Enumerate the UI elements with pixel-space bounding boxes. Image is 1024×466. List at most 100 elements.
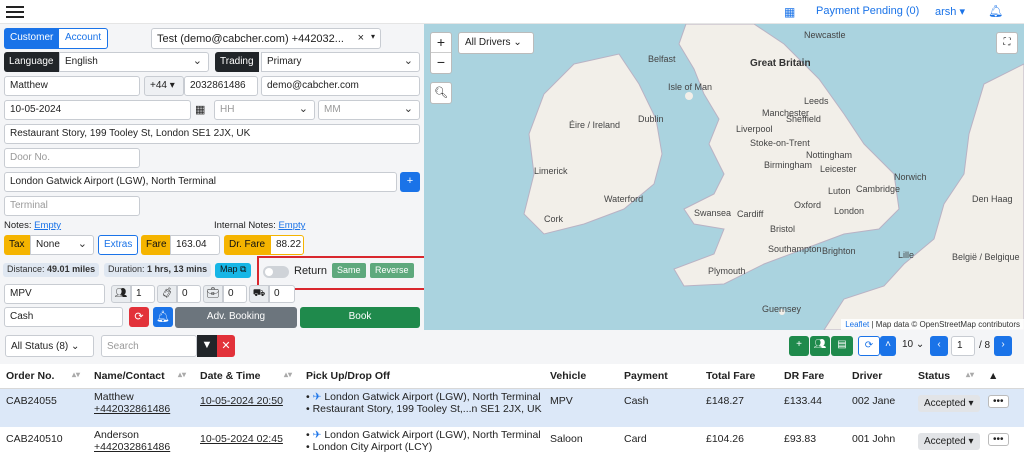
- account-select-value: Test (demo@cabcher.com) +442032...: [157, 33, 344, 45]
- child-seat-icon: ⛟: [249, 285, 269, 303]
- drivers-filter-select[interactable]: All Drivers ⌄: [458, 32, 534, 54]
- phone-code-select[interactable]: +44 ▾: [144, 76, 184, 96]
- tax-select[interactable]: None: [30, 235, 94, 255]
- adv-booking-button[interactable]: Adv. Booking: [175, 307, 297, 328]
- door-number-field[interactable]: Door No.: [4, 148, 140, 168]
- notes-link[interactable]: Empty: [34, 220, 61, 231]
- internal-notes-link[interactable]: Empty: [278, 220, 305, 231]
- name-field[interactable]: Matthew: [4, 76, 140, 96]
- trading-select[interactable]: Primary: [261, 52, 420, 72]
- status-filter-select[interactable]: All Status (8) ⌄: [5, 335, 94, 357]
- add-booking-button[interactable]: +: [789, 336, 809, 356]
- table-row[interactable]: CAB24055 Matthew +442032861486 10-05-2024…: [0, 388, 1024, 427]
- passengers-field[interactable]: 1: [131, 285, 155, 303]
- actions-cell: •••: [982, 388, 1024, 427]
- col-dr-fare[interactable]: DR Fare: [778, 364, 846, 389]
- prev-page-button[interactable]: ‹: [930, 336, 948, 356]
- drivers-button[interactable]: 👥︎: [810, 336, 830, 356]
- map-label: Plymouth: [708, 266, 746, 276]
- col-status[interactable]: Status ▴▾: [912, 364, 982, 389]
- map-button[interactable]: Map ⧉: [215, 263, 252, 278]
- hamburger-icon[interactable]: [6, 3, 24, 19]
- filter-button[interactable]: ▼: [197, 335, 217, 357]
- payment-field[interactable]: Cash: [4, 307, 123, 327]
- phone-field[interactable]: 2032861486: [184, 76, 258, 96]
- col-payment[interactable]: Payment: [618, 364, 700, 389]
- datetime-link[interactable]: 10-05-2024 20:50: [200, 395, 283, 407]
- clear-filter-button[interactable]: ✕: [217, 335, 235, 357]
- dropoff-address-field[interactable]: London Gatwick Airport (LGW), North Term…: [4, 172, 397, 192]
- col-name[interactable]: Name/Contact ▴▾: [88, 364, 194, 389]
- map-search-button[interactable]: 🔍︎: [430, 82, 452, 104]
- table-row[interactable]: CAB240510 Anderson +442032861486 10-05-20…: [0, 427, 1024, 466]
- payment-pending-link[interactable]: Payment Pending (0): [816, 5, 919, 17]
- add-stop-button[interactable]: +: [400, 172, 420, 192]
- booking-form: Customer Account Test (demo@cabcher.com)…: [0, 24, 429, 330]
- minute-select[interactable]: MM: [318, 100, 420, 120]
- tab-customer[interactable]: Customer: [4, 28, 60, 49]
- extras-button[interactable]: Extras: [98, 235, 139, 255]
- page-input[interactable]: 1: [951, 336, 975, 356]
- dr-fare-field[interactable]: 88.22: [270, 235, 304, 255]
- bell-icon[interactable]: 🔔︎: [988, 4, 1003, 18]
- map-view[interactable]: Great Britain Éire / Ireland Dublin Live…: [424, 24, 1024, 330]
- reload-button[interactable]: ⟳: [858, 336, 880, 356]
- duration-label: Duration:: [108, 264, 145, 274]
- refresh-button[interactable]: ⟳: [129, 307, 149, 327]
- return-toggle[interactable]: [263, 266, 289, 278]
- more-actions-button[interactable]: •••: [988, 394, 1009, 408]
- account-select[interactable]: Test (demo@cabcher.com) +442032... × ▾: [151, 28, 381, 49]
- table-header-row: Order No. ▴▾ Name/Contact ▴▾ Date & Time ▴▾…: [0, 364, 1024, 389]
- more-actions-button[interactable]: •••: [988, 433, 1009, 446]
- clear-icon[interactable]: ×: [358, 32, 364, 44]
- col-order[interactable]: Order No. ▴▾: [0, 364, 88, 389]
- map-label: Cork: [544, 214, 564, 224]
- fare-field[interactable]: 163.04: [170, 235, 220, 255]
- status-cell: Accepted ▾: [912, 427, 982, 466]
- luggage-field[interactable]: 0: [177, 285, 201, 303]
- same-button[interactable]: Same: [332, 263, 366, 278]
- col-datetime[interactable]: Date & Time ▴▾: [194, 364, 300, 389]
- leaflet-link[interactable]: Leaflet: [845, 320, 869, 329]
- col-driver[interactable]: Driver: [846, 364, 912, 389]
- datetime-link[interactable]: 10-05-2024 02:45: [200, 433, 283, 445]
- zoom-out-button[interactable]: −: [431, 53, 451, 73]
- pickup-address-field[interactable]: Restaurant Story, 199 Tooley St, London …: [4, 124, 420, 144]
- dropoff-line: • London City Airport (LCY): [306, 441, 433, 453]
- customer-phone-link[interactable]: +442032861486: [94, 441, 194, 453]
- calendar-icon[interactable]: ▦: [195, 103, 205, 116]
- date-field[interactable]: 10-05-2024: [4, 100, 191, 120]
- calendar-icon[interactable]: ▦: [784, 5, 795, 19]
- refresh-icon: ⟳: [864, 340, 874, 351]
- pickup-text: London Gatwick Airport (LGW), North Term…: [324, 390, 541, 403]
- next-page-button[interactable]: ›: [994, 336, 1012, 356]
- language-select[interactable]: English: [59, 52, 209, 72]
- book-button[interactable]: Book: [300, 307, 420, 328]
- map-label: Lille: [898, 250, 915, 260]
- col-vehicle[interactable]: Vehicle: [544, 364, 618, 389]
- hand-luggage-field[interactable]: 0: [223, 285, 247, 303]
- search-input[interactable]: Search: [101, 335, 197, 357]
- customer-phone-link[interactable]: +442032861486: [94, 403, 194, 415]
- status-dropdown[interactable]: Accepted ▾: [918, 394, 980, 412]
- map-view-button[interactable]: ▤: [831, 336, 853, 356]
- col-pickup[interactable]: Pick Up/Drop Off: [300, 364, 544, 389]
- notify-button[interactable]: 🔔︎: [153, 307, 173, 327]
- user-menu[interactable]: arsh ▾: [935, 5, 965, 18]
- tab-account[interactable]: Account: [58, 28, 109, 49]
- email-field[interactable]: demo@cabcher.com: [261, 76, 420, 96]
- hour-select[interactable]: HH: [214, 100, 315, 120]
- zoom-in-button[interactable]: +: [431, 33, 451, 53]
- terminal-field[interactable]: Terminal: [4, 196, 140, 216]
- status-dropdown[interactable]: Accepted ▾: [918, 433, 980, 450]
- child-seat-field[interactable]: 0: [269, 285, 295, 303]
- sort-up-icon[interactable]: ▲: [988, 370, 998, 382]
- vehicle-field[interactable]: MPV: [4, 284, 105, 304]
- driver-cell: 002 Jane: [846, 388, 912, 427]
- page-size-select[interactable]: 10 ⌄: [902, 339, 924, 350]
- chevron-right-icon: ›: [1001, 339, 1005, 350]
- sort-button[interactable]: ˄: [880, 336, 896, 356]
- fullscreen-button[interactable]: ⛶: [996, 32, 1018, 54]
- reverse-button[interactable]: Reverse: [370, 263, 414, 278]
- col-total[interactable]: Total Fare: [700, 364, 778, 389]
